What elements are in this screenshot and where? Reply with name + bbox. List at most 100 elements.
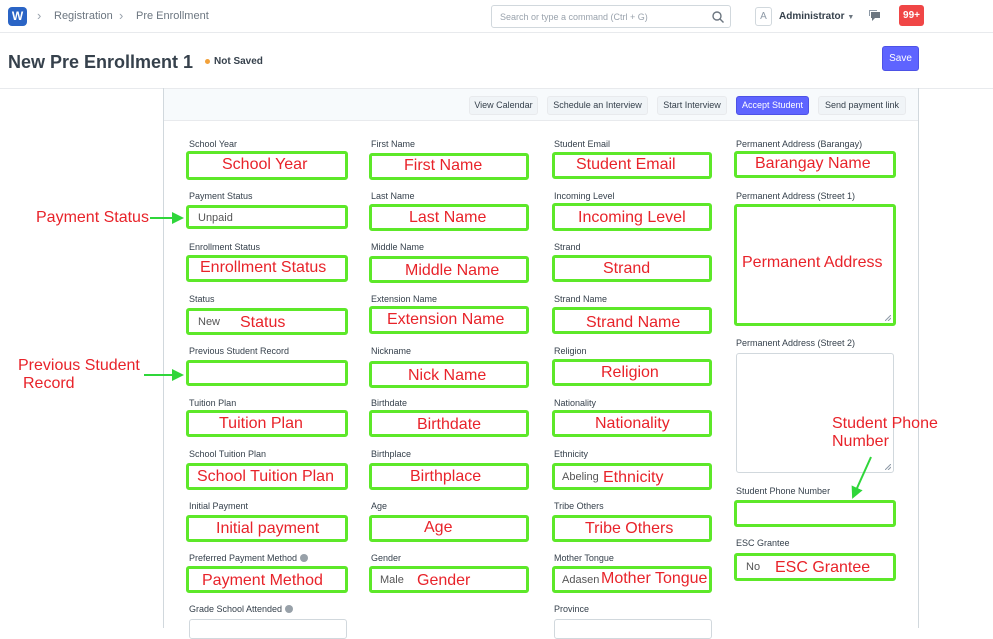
first-name-annotation: First Name xyxy=(404,157,483,174)
last-name-label: Last Name xyxy=(371,191,415,201)
globe-icon xyxy=(300,554,309,562)
accept-student-button[interactable]: Accept Student xyxy=(736,96,809,115)
app-logo[interactable]: W xyxy=(8,7,27,26)
caret-down-icon: ▼ xyxy=(847,14,855,21)
save-status-indicator: Not Saved xyxy=(214,56,263,67)
payment-status-value: Unpaid xyxy=(198,212,233,224)
student-phone-number-label: Student Phone Number xyxy=(736,486,831,496)
incoming-level-annotation: Incoming Level xyxy=(578,209,686,226)
notification-badge[interactable]: 99+ xyxy=(899,5,924,26)
permanent-address-street2-textarea[interactable] xyxy=(736,353,894,473)
student-phone-callout-line2: Number xyxy=(832,433,889,450)
age-annotation: Age xyxy=(424,519,453,536)
birthdate-label: Birthdate xyxy=(371,398,408,408)
incoming-level-label: Incoming Level xyxy=(554,191,615,201)
permanent-address-street2-label: Permanent Address (Street 2) xyxy=(736,338,856,348)
birthdate-annotation: Birthdate xyxy=(417,416,482,433)
extension-name-label: Extension Name xyxy=(371,294,438,304)
navbar: W › Registration › Pre Enrollment Search… xyxy=(0,0,993,33)
religion-label: Religion xyxy=(554,346,587,356)
schedule-interview-button[interactable]: Schedule an Interview xyxy=(547,96,648,115)
school-year-label: School Year xyxy=(189,139,238,149)
permanent-address-street1-label: Permanent Address (Street 1) xyxy=(736,191,856,201)
gender-annotation: Gender xyxy=(417,572,471,589)
strand-name-annotation: Strand Name xyxy=(586,314,681,331)
chat-icon[interactable] xyxy=(868,10,882,22)
ethnicity-label: Ethnicity xyxy=(554,449,589,459)
search-icon[interactable] xyxy=(711,10,725,24)
middle-name-annotation: Middle Name xyxy=(405,262,500,279)
permanent-address-barangay-label: Permanent Address (Barangay) xyxy=(736,139,863,149)
breadcrumb-pre-enrollment[interactable]: Pre Enrollment xyxy=(136,10,209,22)
gender-label: Gender xyxy=(371,553,402,563)
resize-grip-icon[interactable] xyxy=(885,464,891,470)
search-input[interactable]: Search or type a command (Ctrl + G) xyxy=(500,12,648,22)
save-button[interactable]: Save xyxy=(882,46,919,71)
grade-school-attended-field[interactable] xyxy=(189,619,347,639)
birthplace-label: Birthplace xyxy=(371,449,412,459)
nickname-annotation: Nick Name xyxy=(408,367,487,384)
chevron-right-icon: › xyxy=(37,8,42,23)
start-interview-button[interactable]: Start Interview xyxy=(657,96,727,115)
payment-status-label: Payment Status xyxy=(189,191,253,201)
school-tuition-plan-label: School Tuition Plan xyxy=(189,449,267,459)
permanent-address-annotation: Permanent Address xyxy=(742,254,883,271)
school-year-annotation: School Year xyxy=(222,156,308,173)
strand-label: Strand xyxy=(554,242,581,252)
province-field[interactable] xyxy=(554,619,712,639)
status-annotation: Status xyxy=(240,314,286,331)
previous-student-record-field[interactable] xyxy=(186,360,348,386)
student-phone-number-field[interactable] xyxy=(734,500,896,527)
middle-name-label: Middle Name xyxy=(371,242,425,252)
payment-method-annotation: Payment Method xyxy=(202,572,323,589)
mother-tongue-label: Mother Tongue xyxy=(554,553,614,563)
unsaved-dot-icon xyxy=(205,59,210,64)
page-title: New Pre Enrollment 1 xyxy=(8,52,194,72)
status-label: Status xyxy=(189,294,215,304)
payment-status-callout: Payment Status xyxy=(36,209,149,226)
nationality-label: Nationality xyxy=(554,398,597,408)
age-label: Age xyxy=(371,501,388,511)
mother-tongue-annotation: Mother Tongue xyxy=(601,570,708,587)
province-label: Province xyxy=(554,604,590,614)
avatar[interactable]: A xyxy=(755,7,772,26)
initial-payment-label: Initial Payment xyxy=(189,501,249,511)
grade-school-attended-label: Grade School Attended xyxy=(189,604,294,614)
enrollment-status-label: Enrollment Status xyxy=(189,242,261,252)
student-phone-callout-line1: Student Phone xyxy=(832,415,938,432)
nationality-annotation: Nationality xyxy=(595,415,670,432)
esc-grantee-label: ESC Grantee xyxy=(736,538,790,548)
nickname-label: Nickname xyxy=(371,346,412,356)
enrollment-status-annotation: Enrollment Status xyxy=(200,259,327,276)
esc-grantee-annotation: ESC Grantee xyxy=(775,559,871,576)
ethnicity-value: Abeling xyxy=(562,471,599,483)
previous-student-record-label: Previous Student Record xyxy=(189,346,290,356)
gender-value: Male xyxy=(380,574,404,586)
resize-grip-icon[interactable] xyxy=(885,315,891,321)
globe-icon xyxy=(285,605,294,613)
student-email-annotation: Student Email xyxy=(576,156,676,173)
previous-student-record-callout-line2: Record xyxy=(23,375,75,392)
strand-name-label: Strand Name xyxy=(554,294,608,304)
barangay-annotation: Barangay Name xyxy=(755,155,871,172)
send-payment-link-button[interactable]: Send payment link xyxy=(818,96,906,115)
search-bar[interactable]: Search or type a command (Ctrl + G) xyxy=(491,5,731,28)
previous-student-record-callout-line1: Previous Student xyxy=(18,357,140,374)
birthplace-annotation: Birthplace xyxy=(410,468,482,485)
preferred-payment-method-label: Preferred Payment Method xyxy=(189,553,309,563)
view-calendar-button[interactable]: View Calendar xyxy=(469,96,538,115)
user-name: Administrator xyxy=(779,11,845,22)
initial-payment-annotation: Initial payment xyxy=(216,520,320,537)
first-name-label: First Name xyxy=(371,139,416,149)
student-email-label: Student Email xyxy=(554,139,611,149)
tribe-others-annotation: Tribe Others xyxy=(585,520,674,537)
esc-grantee-value: No xyxy=(746,561,761,573)
school-tuition-plan-annotation: School Tuition Plan xyxy=(197,468,334,485)
tuition-plan-label: Tuition Plan xyxy=(189,398,237,408)
tribe-others-label: Tribe Others xyxy=(554,501,604,511)
extension-name-annotation: Extension Name xyxy=(387,311,505,328)
breadcrumb-registration[interactable]: Registration xyxy=(54,10,113,22)
tuition-plan-annotation: Tuition Plan xyxy=(219,415,303,432)
last-name-annotation: Last Name xyxy=(409,209,487,226)
user-menu[interactable]: Administrator ▼ xyxy=(779,11,854,22)
